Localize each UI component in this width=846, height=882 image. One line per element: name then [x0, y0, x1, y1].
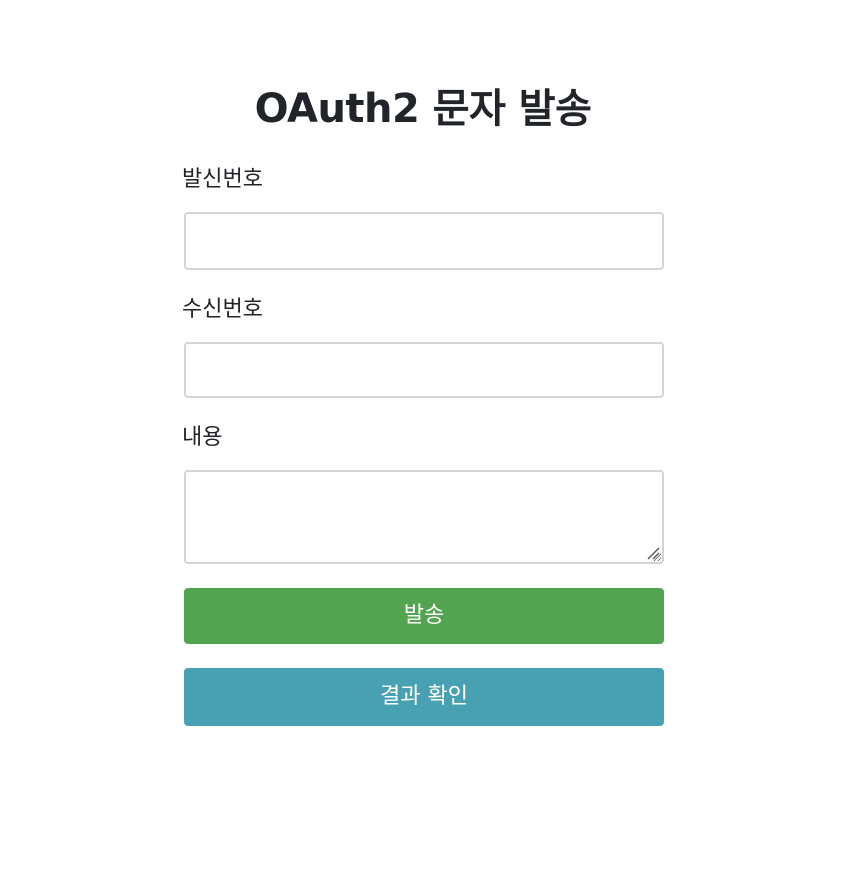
page-title: OAuth2 문자 발송 [254, 86, 592, 132]
check-result-button[interactable]: 결과 확인 [184, 668, 664, 726]
sender-number-input[interactable] [184, 212, 664, 270]
receiver-number-input[interactable] [184, 342, 664, 398]
page: OAuth2 문자 발송 발신번호 수신번호 내용 발송 결과 확인 [0, 0, 846, 882]
content-textarea[interactable] [184, 470, 664, 564]
receiver-number-label: 수신번호 [182, 297, 263, 322]
send-button[interactable]: 발송 [184, 588, 664, 644]
content-textarea-wrapper [184, 470, 664, 564]
content-label: 내용 [182, 425, 223, 450]
resize-handle-icon[interactable] [646, 546, 660, 560]
sender-number-label: 발신번호 [182, 167, 263, 192]
